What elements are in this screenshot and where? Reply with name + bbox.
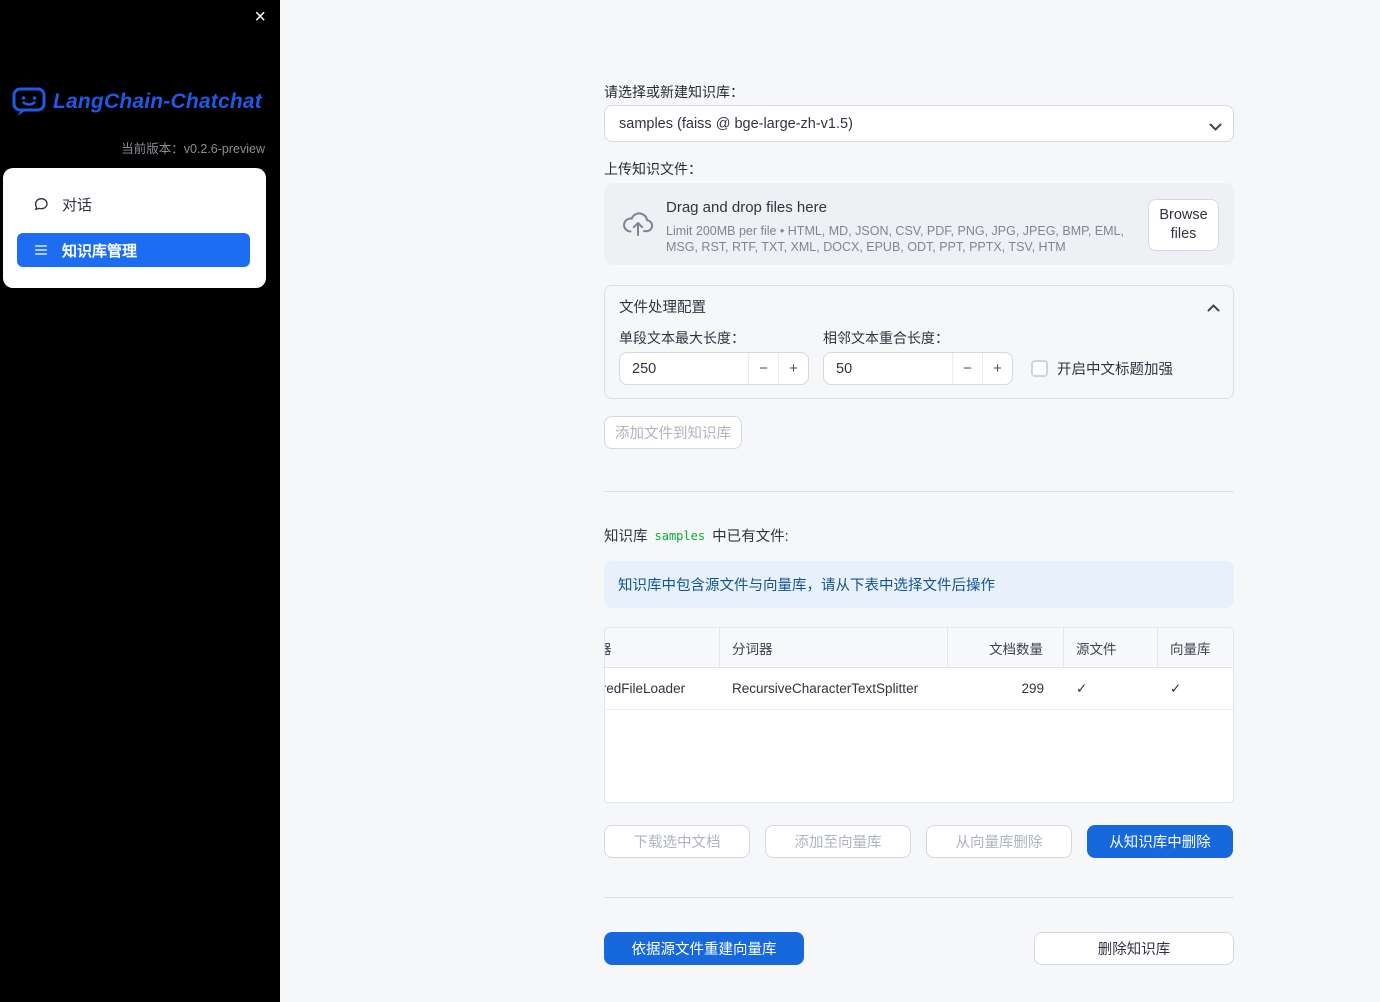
checkbox-box[interactable] xyxy=(1031,360,1048,377)
plus-stepper[interactable]: + xyxy=(778,353,808,384)
delete-kb-button[interactable]: 删除知识库 xyxy=(1034,932,1234,965)
cell-splitter[interactable]: RecursiveCharacterTextSplitter xyxy=(720,668,948,709)
chevron-up-icon[interactable] xyxy=(1207,299,1220,317)
upload-label: 上传知识文件： xyxy=(604,161,702,177)
kb-files-table[interactable]: 文档加载器 分词器 文档数量 源文件 向量库 UnstructuredFileL… xyxy=(604,627,1234,803)
divider xyxy=(604,491,1234,492)
chunk-size-input[interactable]: 250 − + xyxy=(619,352,809,385)
cell-doc-count[interactable]: 299 xyxy=(948,668,1064,709)
list-icon xyxy=(33,242,49,258)
download-selected-button[interactable]: 下载选中文档 xyxy=(604,825,750,858)
column-header-vector[interactable]: 向量库 xyxy=(1158,628,1233,667)
sidebar: × LangChain-Chatchat 当前版本：v0.2.6-preview xyxy=(0,0,280,1002)
info-banner: 知识库中包含源文件与向量库，请从下表中选择文件后操作 xyxy=(604,561,1234,608)
kb-select-dropdown[interactable]: samples (faiss @ bge-large-zh-v1.5) xyxy=(604,105,1234,142)
kb-name-code: samples xyxy=(654,528,706,543)
app-root: × LangChain-Chatchat 当前版本：v0.2.6-preview xyxy=(0,0,1380,1002)
cloud-upload-icon xyxy=(621,210,655,242)
sidebar-close-icon[interactable]: × xyxy=(254,6,266,28)
divider xyxy=(604,897,1234,898)
checkbox-label: 开启中文标题加强 xyxy=(1057,362,1173,378)
minus-stepper[interactable]: − xyxy=(952,353,982,384)
minus-stepper[interactable]: − xyxy=(748,353,778,384)
expander-title: 文件处理配置 xyxy=(619,300,706,316)
delete-from-vector-store-button[interactable]: 从向量库删除 xyxy=(926,825,1072,858)
zh-title-enhance-checkbox[interactable]: 开启中文标题加强 xyxy=(1031,358,1173,379)
file-config-expander: 文件处理配置 单段文本最大长度： 相邻文本重合长度： 250 − + 50 − … xyxy=(604,285,1234,399)
column-header-doc-count[interactable]: 文档数量 xyxy=(948,628,1064,667)
browse-files-button[interactable]: Browse files xyxy=(1148,199,1219,251)
kb-files-heading: 知识库 samples 中已有文件: xyxy=(604,525,789,546)
chunk-overlap-value: 50 xyxy=(836,360,853,377)
file-dropzone[interactable]: Drag and drop files here Limit 200MB per… xyxy=(604,183,1234,265)
kb-files-prefix: 知识库 xyxy=(604,529,648,545)
column-header-source[interactable]: 源文件 xyxy=(1064,628,1158,667)
kb-select-value: samples (faiss @ bge-large-zh-v1.5) xyxy=(619,115,853,132)
add-files-to-kb-button[interactable]: 添加文件到知识库 xyxy=(604,416,742,449)
kb-files-suffix: 中已有文件: xyxy=(712,529,789,545)
sidebar-item-label: 对话 xyxy=(62,196,93,214)
dropzone-limit-text: Limit 200MB per file • HTML, MD, JSON, C… xyxy=(666,224,1124,254)
chunk-overlap-input[interactable]: 50 − + xyxy=(823,352,1013,385)
sidebar-menu: 对话 知识库管理 xyxy=(3,168,266,288)
info-banner-text: 知识库中包含源文件与向量库，请从下表中选择文件后操作 xyxy=(618,578,995,594)
logo-text: LangChain-Chatchat xyxy=(53,89,262,113)
cell-source-check[interactable]: ✓ xyxy=(1064,668,1158,709)
sidebar-item-dialogue[interactable]: 对话 xyxy=(17,187,250,221)
table-row[interactable]: UnstructuredFileLoader RecursiveCharacte… xyxy=(605,668,1233,710)
sidebar-item-label: 知识库管理 xyxy=(62,242,138,260)
cell-loader[interactable]: UnstructuredFileLoader xyxy=(605,668,720,709)
column-header-splitter[interactable]: 分词器 xyxy=(720,628,948,667)
chevron-down-icon xyxy=(1209,120,1222,136)
delete-from-kb-button[interactable]: 从知识库中删除 xyxy=(1087,825,1233,858)
dropzone-title: Drag and drop files here xyxy=(666,199,827,216)
chunk-overlap-label: 相邻文本重合长度： xyxy=(823,330,949,346)
app-logo: LangChain-Chatchat xyxy=(12,86,262,117)
table-header-row: 文档加载器 分词器 文档数量 源文件 向量库 xyxy=(605,628,1233,668)
version-label: 当前版本：v0.2.6-preview xyxy=(121,142,265,156)
chunk-size-label: 单段文本最大长度： xyxy=(619,330,745,346)
cell-vector-check[interactable]: ✓ xyxy=(1158,668,1233,709)
add-to-vector-store-button[interactable]: 添加至向量库 xyxy=(765,825,911,858)
logo-chat-icon xyxy=(12,86,46,117)
chunk-size-value: 250 xyxy=(632,360,657,377)
plus-stepper[interactable]: + xyxy=(982,353,1012,384)
table-scroll-area: 文档加载器 分词器 文档数量 源文件 向量库 UnstructuredFileL… xyxy=(605,628,1233,710)
sidebar-item-knowledge-base[interactable]: 知识库管理 xyxy=(17,233,250,267)
rebuild-vector-store-button[interactable]: 依据源文件重建向量库 xyxy=(604,932,804,965)
chat-bubble-icon xyxy=(33,196,49,212)
kb-select-label: 请选择或新建知识库： xyxy=(604,84,744,100)
column-header-loader[interactable]: 文档加载器 xyxy=(605,628,720,667)
